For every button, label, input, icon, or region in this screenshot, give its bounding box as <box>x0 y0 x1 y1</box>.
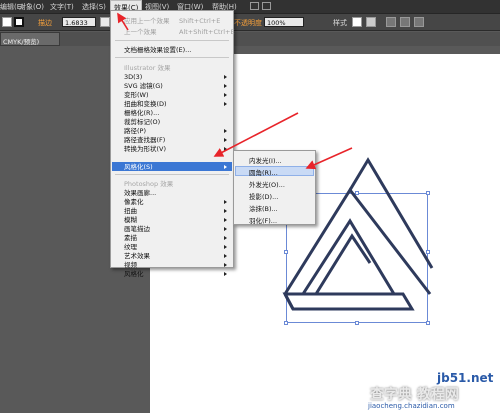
watermark-title: 查字典 教程网 <box>370 387 459 403</box>
arrow-to-round-corners <box>305 147 353 170</box>
watermark-url: jiaocheng.chazidian.com <box>368 402 455 410</box>
arrow-to-effect-menu <box>117 12 129 31</box>
watermark-site: jb51.net <box>437 371 494 385</box>
arrow-to-stylize <box>213 112 299 157</box>
annotation-arrows <box>117 12 353 170</box>
